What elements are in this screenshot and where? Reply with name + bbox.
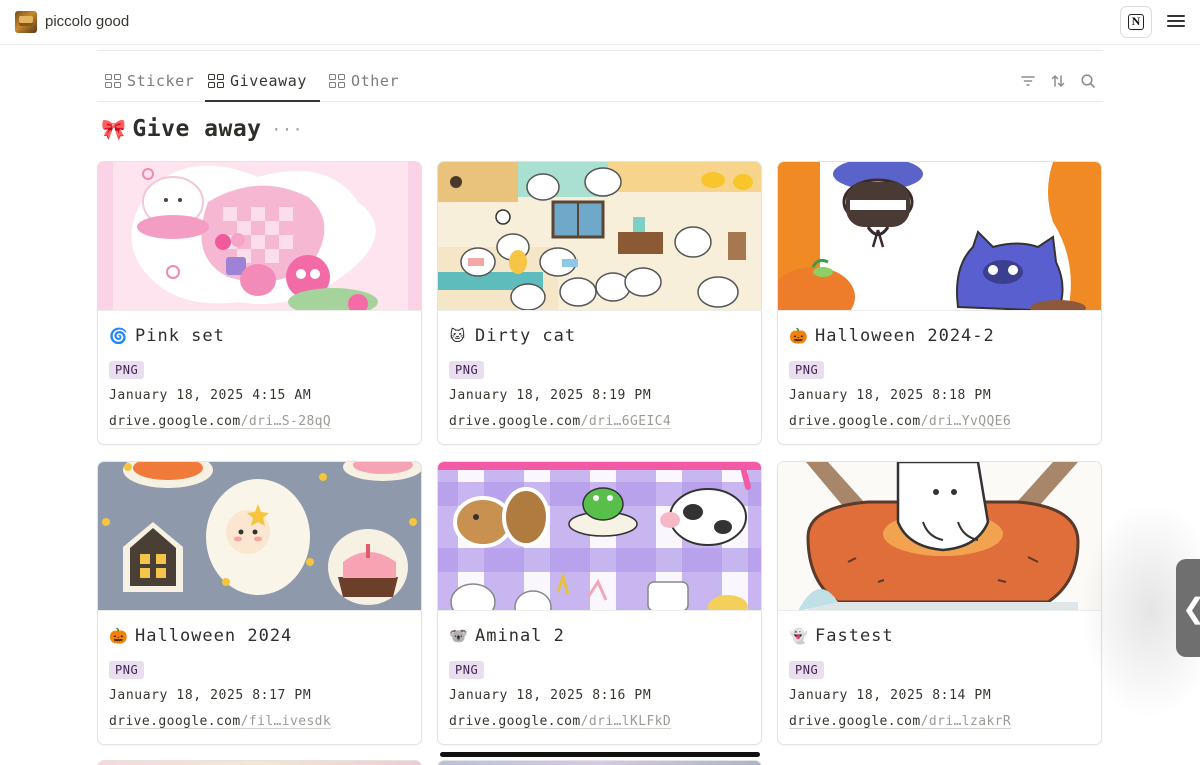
more-options-icon[interactable]: ··· xyxy=(272,120,304,139)
card-title: 👻 Fastest xyxy=(789,626,894,646)
workspace-title[interactable]: piccolo good xyxy=(45,13,129,30)
search-icon[interactable] xyxy=(1079,72,1097,90)
workspace-thumbnail-icon[interactable] xyxy=(15,11,37,33)
filter-icon[interactable] xyxy=(1019,72,1037,90)
tab-giveaway[interactable]: Giveaway xyxy=(205,60,320,102)
side-panel-toggle[interactable]: ❮ xyxy=(1176,559,1200,657)
link-path: /dri…lKLFkD xyxy=(580,714,672,729)
tab-sticker[interactable]: Sticker xyxy=(105,60,194,101)
open-in-notion-button[interactable]: N xyxy=(1120,6,1152,38)
link-path: /fil…ivesdk xyxy=(240,714,332,729)
card-title-text: Pink set xyxy=(135,326,225,346)
link-path: /dri…6GEIC4 xyxy=(580,414,672,429)
card-title-text: Halloween 2024-2 xyxy=(815,326,995,346)
gallery-card[interactable]: 🎃 Halloween 2024-2 PNG January 18, 2025 … xyxy=(777,161,1102,445)
card-title: 🌀 Pink set xyxy=(109,326,225,346)
card-date: January 18, 2025 8:18 PM xyxy=(789,388,992,403)
card-date: January 18, 2025 8:19 PM xyxy=(449,388,652,403)
view-tabs: Sticker Giveaway Other xyxy=(97,60,1103,102)
card-link[interactable]: drive.google.com/dri…S-28qQ xyxy=(109,414,331,429)
card-cover-image xyxy=(778,462,1101,611)
tab-label: Other xyxy=(351,71,400,90)
card-link[interactable]: drive.google.com/dri…lKLFkD xyxy=(449,714,671,729)
file-type-tag: PNG xyxy=(789,361,825,379)
ribbon-icon: 🎀 xyxy=(101,117,127,141)
link-host: drive.google.com xyxy=(109,714,241,729)
card-title-text: Halloween 2024 xyxy=(135,626,293,646)
card-cover-image xyxy=(98,162,421,311)
gallery-card[interactable]: 👻 Fastest PNG January 18, 2025 8:14 PM d… xyxy=(777,461,1102,745)
card-link[interactable]: drive.google.com/dri…lzakrR xyxy=(789,714,1011,729)
card-date: January 18, 2025 8:17 PM xyxy=(109,688,312,703)
card-title-text: Aminal 2 xyxy=(475,626,565,646)
link-host: drive.google.com xyxy=(109,414,241,429)
divider xyxy=(97,50,1103,51)
hamburger-menu-icon[interactable] xyxy=(1166,12,1186,32)
link-host: drive.google.com xyxy=(449,414,581,429)
card-title: 🐨 Aminal 2 xyxy=(449,626,565,646)
card-date: January 18, 2025 8:16 PM xyxy=(449,688,652,703)
card-date: January 18, 2025 8:14 PM xyxy=(789,688,992,703)
gallery-view-icon xyxy=(208,73,224,88)
gallery-card[interactable]: 🐨 Aminal 2 PNG January 18, 2025 8:16 PM … xyxy=(437,461,762,745)
card-title: 🎃 Halloween 2024-2 xyxy=(789,326,995,346)
tab-label: Giveaway xyxy=(230,71,308,90)
gallery-card[interactable]: 🌀 Pink set PNG January 18, 2025 4:15 AM … xyxy=(97,161,422,445)
card-title-text: Fastest xyxy=(815,626,894,646)
sort-icon[interactable] xyxy=(1049,72,1067,90)
link-host: drive.google.com xyxy=(789,414,921,429)
card-cover-image xyxy=(778,162,1101,311)
ghost-icon: 👻 xyxy=(789,627,809,645)
gallery-card-partial[interactable] xyxy=(97,760,422,765)
gallery-view-icon xyxy=(105,73,121,88)
spiral-icon: 🌀 xyxy=(109,327,129,345)
file-type-tag: PNG xyxy=(109,661,145,679)
notion-logo-icon: N xyxy=(1128,14,1144,30)
cat-face-icon: 🐱 xyxy=(449,327,467,345)
file-type-tag: PNG xyxy=(789,661,825,679)
file-type-tag: PNG xyxy=(449,661,485,679)
link-path: /dri…lzakrR xyxy=(920,714,1012,729)
link-host: drive.google.com xyxy=(449,714,581,729)
link-path: /dri…S-28qQ xyxy=(240,414,332,429)
link-host: drive.google.com xyxy=(789,714,921,729)
card-cover-image xyxy=(438,162,761,311)
card-link[interactable]: drive.google.com/fil…ivesdk xyxy=(109,714,331,729)
card-date: January 18, 2025 4:15 AM xyxy=(109,388,312,403)
tab-other[interactable]: Other xyxy=(329,60,399,101)
file-type-tag: PNG xyxy=(449,361,485,379)
link-path: /dri…YvQQE6 xyxy=(920,414,1012,429)
database-title: 🎀 Give away ··· xyxy=(101,113,303,145)
chevron-left-icon: ❮ xyxy=(1182,592,1200,625)
gallery-card-partial[interactable] xyxy=(437,760,762,765)
card-link[interactable]: drive.google.com/dri…YvQQE6 xyxy=(789,414,1011,429)
card-title: 🎃 Halloween 2024 xyxy=(109,626,292,646)
card-title: 🐱 Dirty cat xyxy=(449,326,576,346)
top-bar: piccolo good N xyxy=(0,0,1200,45)
gallery-view-icon xyxy=(329,73,345,88)
card-title-text: Dirty cat xyxy=(475,326,577,346)
database-title-text[interactable]: Give away xyxy=(132,116,261,142)
card-cover-image xyxy=(98,462,421,611)
jack-o-lantern-icon: 🎃 xyxy=(109,627,129,645)
jack-o-lantern-icon: 🎃 xyxy=(789,327,809,345)
gallery-card[interactable]: 🎃 Halloween 2024 PNG January 18, 2025 8:… xyxy=(97,461,422,745)
card-link[interactable]: drive.google.com/dri…6GEIC4 xyxy=(449,414,671,429)
gallery-card[interactable]: 🐱 Dirty cat PNG January 18, 2025 8:19 PM… xyxy=(437,161,762,445)
tab-label: Sticker xyxy=(127,71,195,90)
koala-icon: 🐨 xyxy=(449,627,469,645)
card-cover-image xyxy=(438,462,761,611)
file-type-tag: PNG xyxy=(109,361,145,379)
scroll-indicator xyxy=(440,752,760,757)
